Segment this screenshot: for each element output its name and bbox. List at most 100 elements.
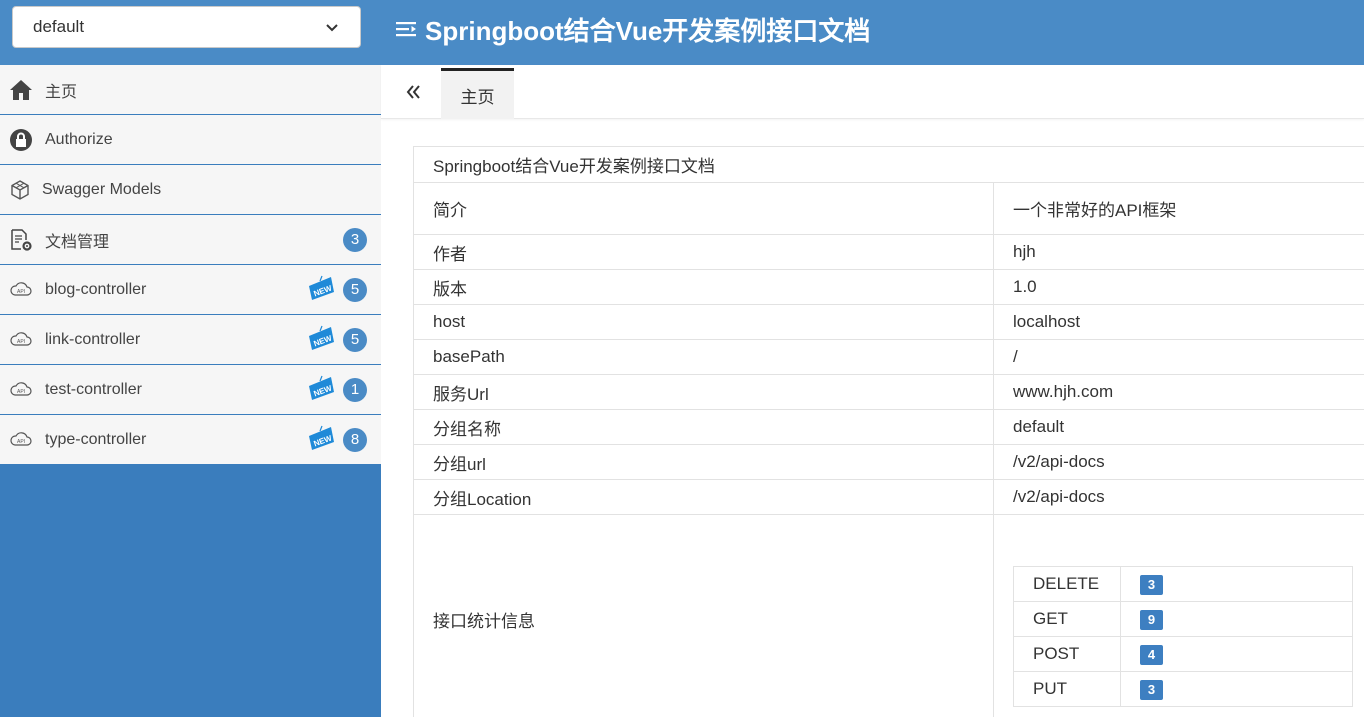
sidebar-item-label: link-controller — [45, 330, 141, 348]
count-badge: 5 — [343, 327, 367, 352]
sidebar-item-authorize[interactable]: Authorize — [0, 115, 381, 165]
table-row: 版本 1.0 — [413, 269, 1364, 305]
row-value: /v2/api-docs — [993, 444, 1364, 480]
table-title-row: Springboot结合Vue开发案例接口文档 — [413, 146, 1364, 183]
row-key: basePath — [413, 339, 994, 375]
count-badge: 9 — [1140, 609, 1163, 630]
svg-text:API: API — [17, 439, 25, 445]
sidebar: 主页 Authorize Swagger Models 文档管理 3 API b… — [0, 65, 381, 717]
api-cloud-icon: API — [9, 378, 33, 402]
table-row: 作者 hjh — [413, 234, 1364, 270]
stats-row: DELETE 3 — [1013, 566, 1353, 602]
sidebar-item-swagger-models[interactable]: Swagger Models — [0, 165, 381, 215]
sidebar-item-type-controller[interactable]: API type-controller NEW 8 — [0, 415, 381, 465]
menu-icon[interactable] — [395, 18, 417, 40]
count-badge: 8 — [343, 427, 367, 452]
new-tag-icon: NEW — [309, 375, 334, 400]
api-cloud-icon: API — [9, 428, 33, 452]
lock-icon — [9, 128, 33, 152]
tab-bar: 主页 — [381, 65, 1364, 119]
row-value: 1.0 — [993, 269, 1364, 305]
row-value: www.hjh.com — [993, 374, 1364, 410]
api-cloud-icon: API — [9, 328, 33, 352]
sidebar-item-blog-controller[interactable]: API blog-controller NEW 5 — [0, 265, 381, 315]
chevron-down-icon — [326, 24, 338, 32]
cube-icon — [9, 178, 31, 202]
svg-text:API: API — [17, 289, 25, 295]
table-row: basePath / — [413, 339, 1364, 375]
row-value: default — [993, 409, 1364, 445]
method-count-cell: 3 — [1120, 671, 1353, 707]
new-tag-icon: NEW — [309, 325, 334, 350]
tab-label: 主页 — [460, 87, 495, 107]
table-title: Springboot结合Vue开发案例接口文档 — [413, 146, 1364, 183]
row-key: 服务Url — [413, 374, 994, 410]
row-key: 分组Location — [413, 479, 994, 515]
page-title: Springboot结合Vue开发案例接口文档 — [395, 0, 870, 58]
table-row: 服务Url www.hjh.com — [413, 374, 1364, 410]
row-value: / — [993, 339, 1364, 375]
main-content: 主页 Springboot结合Vue开发案例接口文档 简介 一个非常好的API框… — [381, 65, 1364, 717]
method-count-cell: 4 — [1120, 636, 1353, 672]
sidebar-menu: 主页 Authorize Swagger Models 文档管理 3 API b… — [0, 65, 381, 465]
row-value: DELETE 3 GET 9 POST 4 PUT 3 — [993, 514, 1364, 717]
group-select-value: default — [33, 17, 85, 36]
sidebar-item-label: 主页 — [45, 83, 78, 101]
method-name: POST — [1013, 636, 1121, 672]
sidebar-item-label: type-controller — [45, 430, 147, 448]
method-name: DELETE — [1013, 566, 1121, 602]
stats-row: POST 4 — [1013, 636, 1353, 672]
row-key: 接口统计信息 — [413, 514, 994, 717]
row-key: 版本 — [413, 269, 994, 305]
count-badge: 3 — [1140, 679, 1163, 700]
svg-text:API: API — [17, 339, 25, 345]
double-chevron-left-icon — [406, 85, 420, 99]
svg-text:API: API — [17, 389, 25, 395]
doc-gear-icon — [9, 228, 33, 252]
new-tag-icon: NEW — [309, 425, 334, 450]
count-badge: 5 — [343, 277, 367, 302]
sidebar-item-link-controller[interactable]: API link-controller NEW 5 — [0, 315, 381, 365]
sidebar-item-label: test-controller — [45, 380, 142, 398]
table-row: 分组url /v2/api-docs — [413, 444, 1364, 480]
row-key: 作者 — [413, 234, 994, 270]
group-select[interactable]: default — [12, 6, 361, 48]
sidebar-item-label: Swagger Models — [42, 180, 162, 198]
new-tag-icon: NEW — [309, 275, 334, 300]
sidebar-item-doc-manage[interactable]: 文档管理 3 — [0, 215, 381, 265]
api-cloud-icon: API — [9, 278, 33, 302]
stats-row: PUT 3 — [1013, 671, 1353, 707]
method-stats-table: DELETE 3 GET 9 POST 4 PUT 3 — [1013, 566, 1353, 707]
home-icon — [9, 78, 33, 102]
count-badge: 4 — [1140, 644, 1163, 665]
stats-row: GET 9 — [1013, 601, 1353, 637]
collapse-sidebar-button[interactable] — [401, 79, 427, 105]
sidebar-item-label: blog-controller — [45, 280, 147, 298]
api-info-table: Springboot结合Vue开发案例接口文档 简介 一个非常好的API框架 作… — [413, 146, 1364, 717]
count-badge: 3 — [343, 227, 367, 252]
table-row-stats: 接口统计信息 DELETE 3 GET 9 POST 4 PUT 3 — [413, 514, 1364, 717]
row-key: 简介 — [413, 182, 994, 235]
count-badge: 3 — [1140, 574, 1163, 595]
table-row: 分组Location /v2/api-docs — [413, 479, 1364, 515]
sidebar-item-label: 文档管理 — [45, 233, 110, 251]
page-title-text: Springboot结合Vue开发案例接口文档 — [425, 15, 871, 46]
tab-home[interactable]: 主页 — [441, 68, 514, 119]
table-row: host localhost — [413, 304, 1364, 340]
row-key: 分组url — [413, 444, 994, 480]
top-header: default Springboot结合Vue开发案例接口文档 — [0, 0, 1364, 65]
row-key: 分组名称 — [413, 409, 994, 445]
row-value: hjh — [993, 234, 1364, 270]
row-key: host — [413, 304, 994, 340]
table-row: 分组名称 default — [413, 409, 1364, 445]
method-name: GET — [1013, 601, 1121, 637]
sidebar-item-label: Authorize — [45, 130, 113, 148]
method-count-cell: 3 — [1120, 566, 1353, 602]
row-value: /v2/api-docs — [993, 479, 1364, 515]
sidebar-item-test-controller[interactable]: API test-controller NEW 1 — [0, 365, 381, 415]
sidebar-item-home[interactable]: 主页 — [0, 65, 381, 115]
table-row: 简介 一个非常好的API框架 — [413, 182, 1364, 235]
row-value: localhost — [993, 304, 1364, 340]
method-name: PUT — [1013, 671, 1121, 707]
row-value: 一个非常好的API框架 — [993, 182, 1364, 235]
